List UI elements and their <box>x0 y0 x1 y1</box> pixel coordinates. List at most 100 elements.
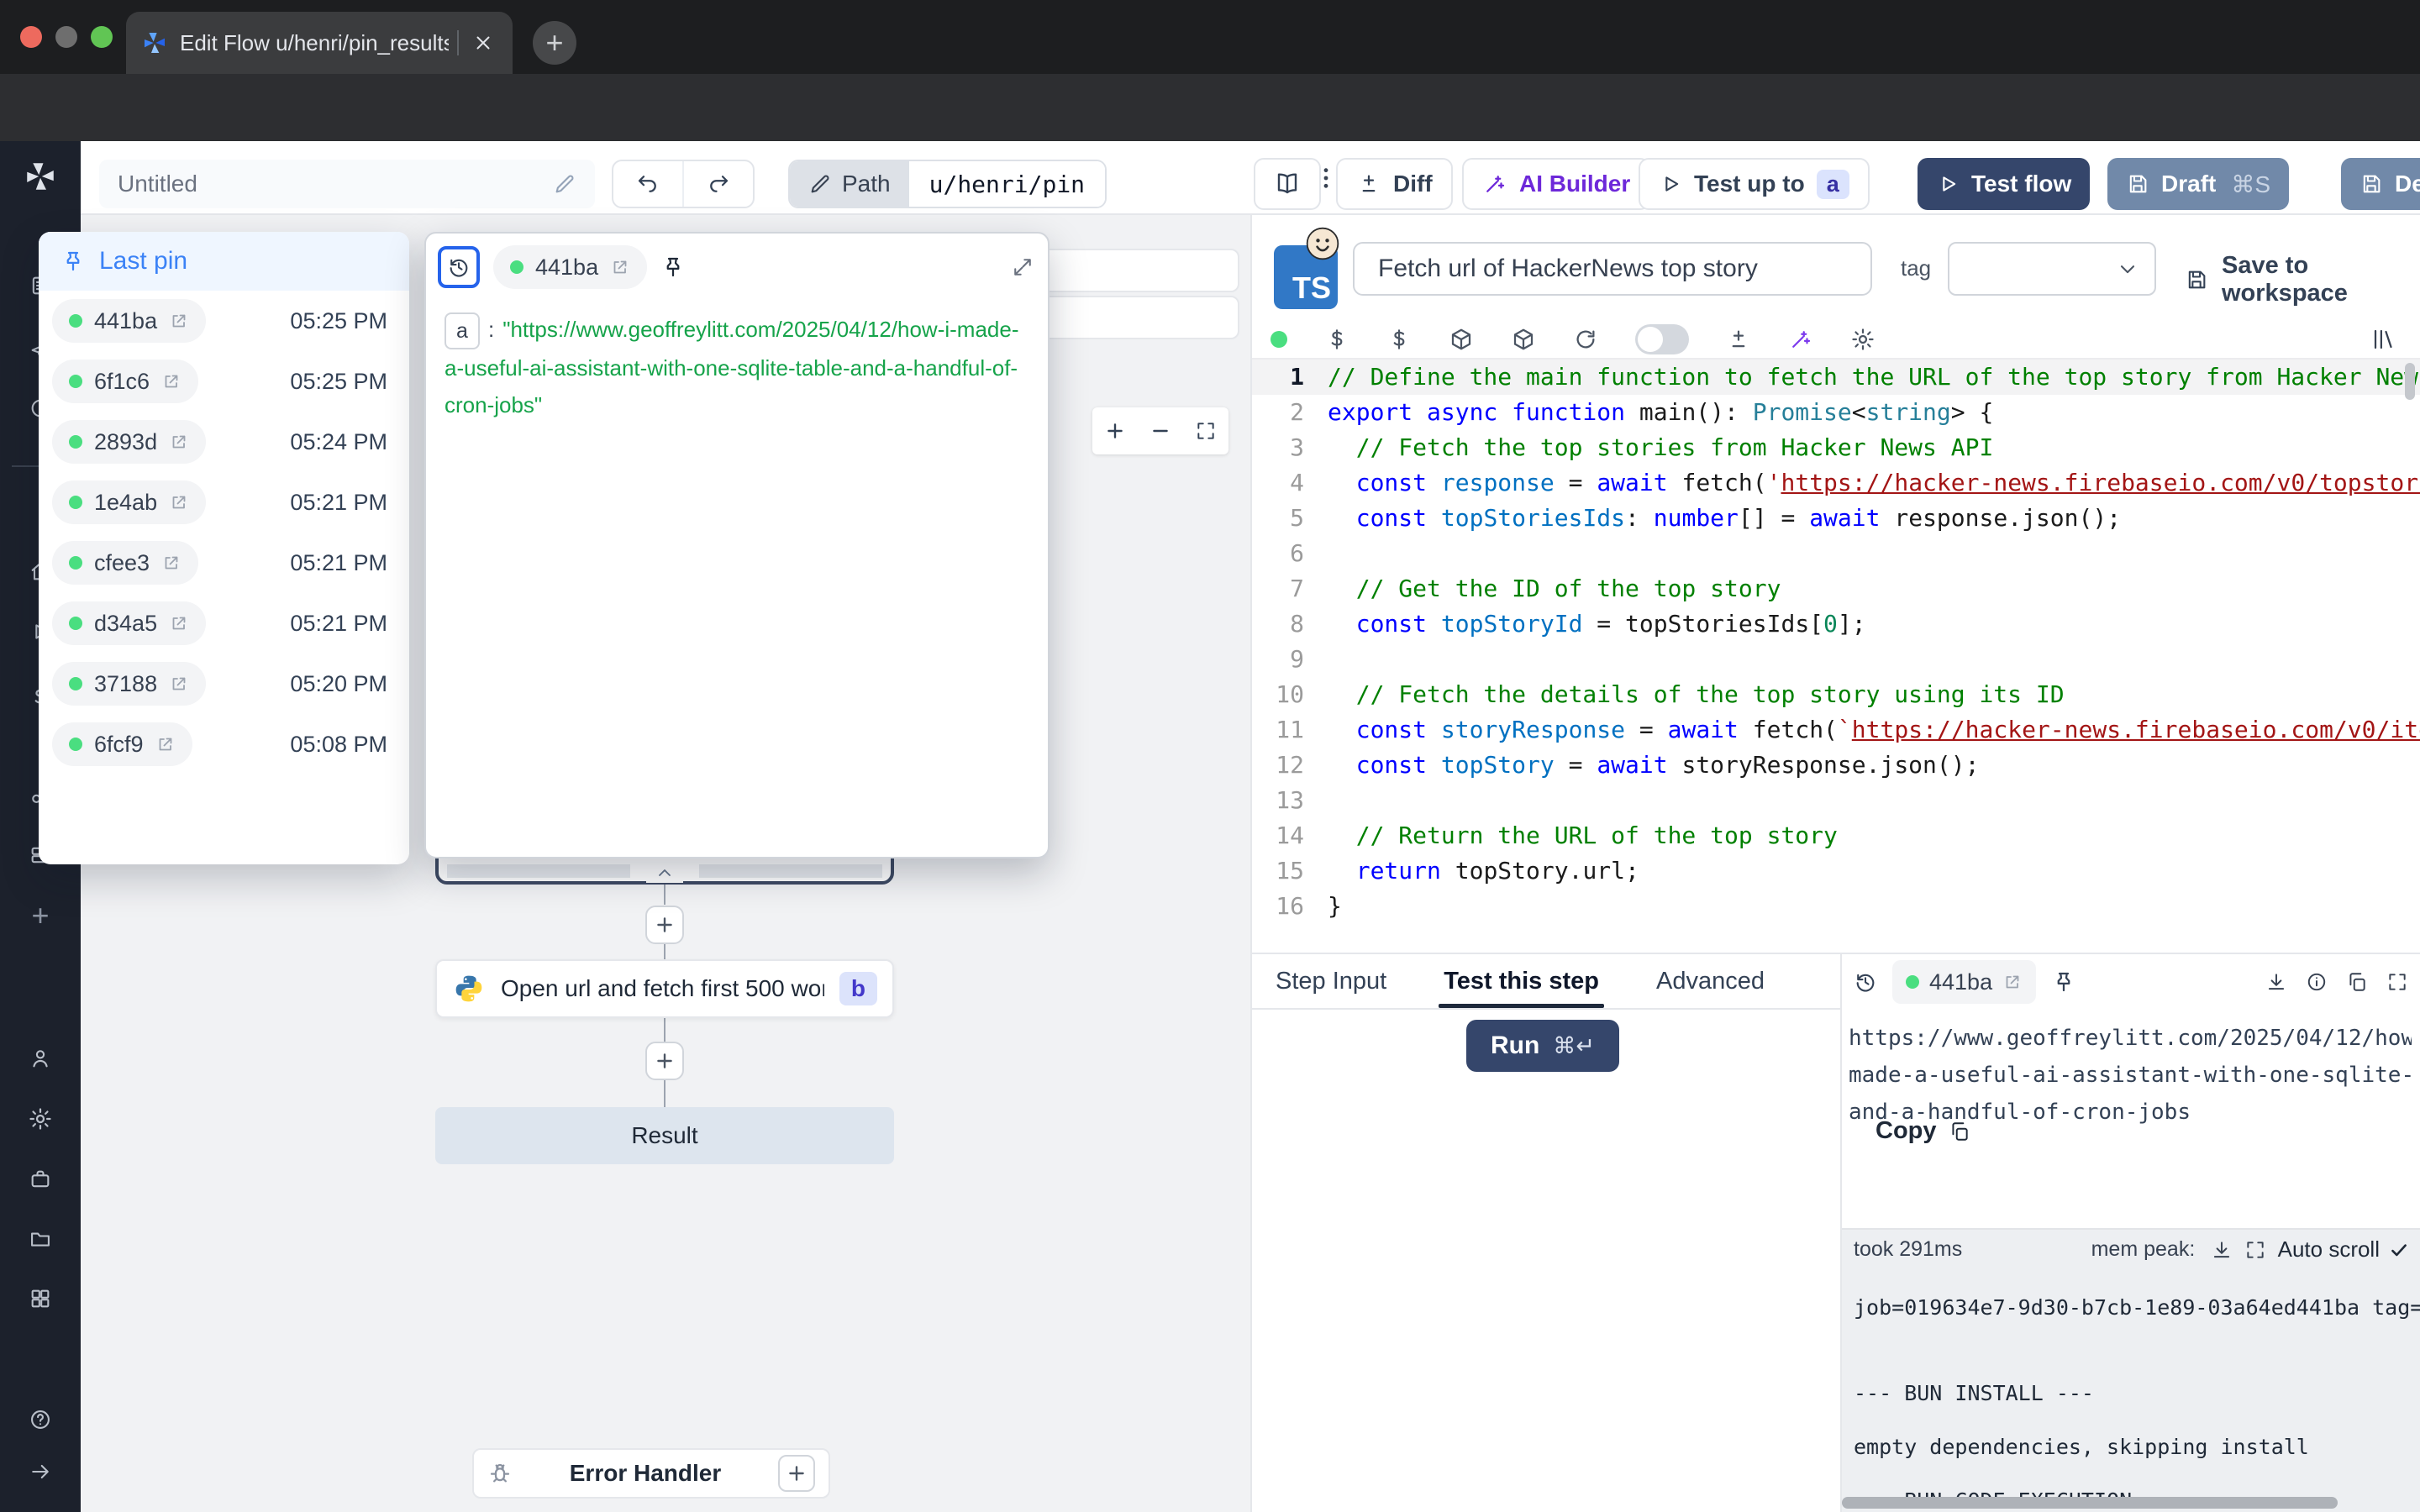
sidebar-item-apps[interactable] <box>20 1278 60 1319</box>
code-line[interactable]: 8 const topStoryId = topStoriesIds[0]; <box>1252 606 2420 642</box>
save-to-workspace-button[interactable]: Save to workspace <box>2185 252 2420 307</box>
pin-row[interactable]: 6f1c6 05:25 PM <box>39 351 409 412</box>
code-line[interactable]: 6 <box>1252 536 2420 571</box>
scrollbar-thumb[interactable] <box>1842 1497 2338 1509</box>
pin-id-pill[interactable]: d34a5 <box>52 601 206 645</box>
external-link-icon[interactable] <box>169 613 189 633</box>
flow-path-control[interactable]: Path u/henri/pin <box>788 160 1107 208</box>
code-line[interactable]: 12 const topStory = await storyResponse.… <box>1252 748 2420 783</box>
sidebar-collapse-button[interactable] <box>20 1452 60 1492</box>
test-flow-button[interactable]: Test flow <box>1918 158 2090 210</box>
external-link-icon[interactable] <box>169 311 189 331</box>
expand-popup-icon[interactable] <box>1011 255 1034 279</box>
collapse-chevron-icon[interactable] <box>646 863 683 883</box>
pin-id-pill[interactable]: 37188 <box>52 662 206 706</box>
ai-wand-icon[interactable] <box>1788 327 1813 352</box>
diff-icon[interactable] <box>1726 327 1751 352</box>
pin-toggle-icon[interactable] <box>660 255 686 280</box>
flow-step-b-node[interactable]: Open url and fetch first 500 words of ..… <box>435 959 894 1018</box>
resources-icon[interactable] <box>1386 327 1412 352</box>
code-scrollbar[interactable] <box>2405 363 2415 400</box>
variables-icon[interactable] <box>1324 327 1349 352</box>
add-error-handler-button[interactable] <box>778 1455 815 1492</box>
pin-id-pill[interactable]: 441ba <box>52 299 206 343</box>
pin-row[interactable]: 2893d 05:24 PM <box>39 412 409 472</box>
package-icon[interactable] <box>1511 327 1536 352</box>
sidebar-help-button[interactable] <box>20 1399 60 1440</box>
sidebar-item-settings[interactable] <box>20 1099 60 1139</box>
expand-logs-icon[interactable] <box>2244 1239 2266 1261</box>
pin-id-pill[interactable]: 6f1c6 <box>52 360 198 403</box>
check-icon[interactable] <box>2388 1239 2410 1261</box>
editor-settings-icon[interactable] <box>1850 327 1876 352</box>
redo-button[interactable] <box>682 161 753 207</box>
copy-result-button[interactable]: Copy <box>1876 1117 1970 1145</box>
zoom-in-icon[interactable] <box>1104 420 1126 442</box>
tab-step-input[interactable]: Step Input <box>1270 954 1392 1008</box>
tag-select[interactable] <box>1948 242 2156 296</box>
code-line[interactable]: 16 } <box>1252 889 2420 924</box>
sidebar-item-workspace[interactable] <box>20 1159 60 1200</box>
history-button[interactable] <box>438 246 480 288</box>
pin-row[interactable]: 441ba 05:25 PM <box>39 291 409 351</box>
insert-step-button[interactable] <box>645 1042 684 1080</box>
code-line[interactable]: 7 // Get the ID of the top story <box>1252 571 2420 606</box>
code-line[interactable]: 11 const storyResponse = await fetch(`ht… <box>1252 712 2420 748</box>
code-line[interactable]: 15 return topStory.url; <box>1252 853 2420 889</box>
code-line[interactable]: 3 // Fetch the top stories from Hacker N… <box>1252 430 2420 465</box>
flow-result-node[interactable]: Result <box>435 1107 894 1164</box>
pin-row[interactable]: 37188 05:20 PM <box>39 654 409 714</box>
code-line[interactable]: 5 const topStoriesIds: number[] = await … <box>1252 501 2420 536</box>
run-button[interactable]: Run ⌘↵ <box>1466 1020 1619 1072</box>
code-line[interactable]: 1 // Define the main function to fetch t… <box>1252 360 2420 395</box>
pin-row[interactable]: 6fcf9 05:08 PM <box>39 714 409 774</box>
new-tab-button[interactable]: + <box>533 21 576 65</box>
insert-step-button[interactable] <box>645 906 684 944</box>
corners-icon[interactable] <box>2386 971 2408 993</box>
editor-toggle[interactable] <box>1635 324 1689 354</box>
docs-book-button[interactable] <box>1254 158 1321 210</box>
external-link-icon[interactable] <box>161 553 182 573</box>
pin-id-pill[interactable]: 1e4ab <box>52 480 206 524</box>
external-link-icon[interactable] <box>169 674 189 694</box>
code-line[interactable]: 2 export async function main(): Promise<… <box>1252 395 2420 430</box>
code-line[interactable]: 14 // Return the URL of the top story <box>1252 818 2420 853</box>
copy-icon[interactable] <box>2346 971 2368 993</box>
download-icon[interactable] <box>2265 971 2287 993</box>
external-link-icon[interactable] <box>161 371 182 391</box>
log-horizontal-scrollbar[interactable] <box>1842 1497 2420 1509</box>
maximize-window-button[interactable] <box>91 26 113 48</box>
result-id-pill[interactable]: 441ba <box>1892 960 2036 1004</box>
tab-advanced[interactable]: Advanced <box>1651 954 1770 1008</box>
library-icon[interactable] <box>2371 327 2396 352</box>
draft-button[interactable]: Draft⌘S <box>2107 158 2289 210</box>
ai-builder-button[interactable]: AI Builder <box>1462 158 1650 210</box>
step-title-input[interactable]: Fetch url of HackerNews top story <box>1353 242 1872 296</box>
code-line[interactable]: 9 <box>1252 642 2420 677</box>
diff-button[interactable]: Diff <box>1336 158 1453 210</box>
package-icon[interactable] <box>1449 327 1474 352</box>
pin-id-pill[interactable]: cfee3 <box>52 541 198 585</box>
download-logs-icon[interactable] <box>2211 1239 2233 1261</box>
external-link-icon[interactable] <box>169 432 189 452</box>
sidebar-item-account[interactable] <box>20 1038 60 1079</box>
fit-view-icon[interactable] <box>1195 420 1217 442</box>
tab-test-this-step[interactable]: Test this step <box>1439 954 1604 1008</box>
browser-tab[interactable]: Edit Flow u/henri/pin_results <box>126 12 513 74</box>
deploy-button[interactable]: Deploy <box>2341 158 2420 210</box>
zoom-out-icon[interactable] <box>1150 420 1171 442</box>
pin-id-pill[interactable]: 6fcf9 <box>52 722 192 766</box>
sidebar-add-button[interactable]: + <box>20 895 60 936</box>
sidebar-item-folders[interactable] <box>20 1219 60 1259</box>
code-line[interactable]: 10 // Fetch the details of the top story… <box>1252 677 2420 712</box>
windmill-logo[interactable] <box>20 156 60 197</box>
reset-icon[interactable] <box>1573 327 1598 352</box>
history-icon[interactable] <box>1854 970 1877 994</box>
external-link-icon[interactable] <box>169 492 189 512</box>
external-link-icon[interactable] <box>2002 972 2023 992</box>
close-tab-icon[interactable] <box>472 32 494 54</box>
test-up-to-button[interactable]: Test up toa <box>1639 158 1870 210</box>
minimize-window-button[interactable] <box>55 26 77 48</box>
external-link-icon[interactable] <box>610 257 630 277</box>
code-editor[interactable]: 1 // Define the main function to fetch t… <box>1252 360 2420 953</box>
